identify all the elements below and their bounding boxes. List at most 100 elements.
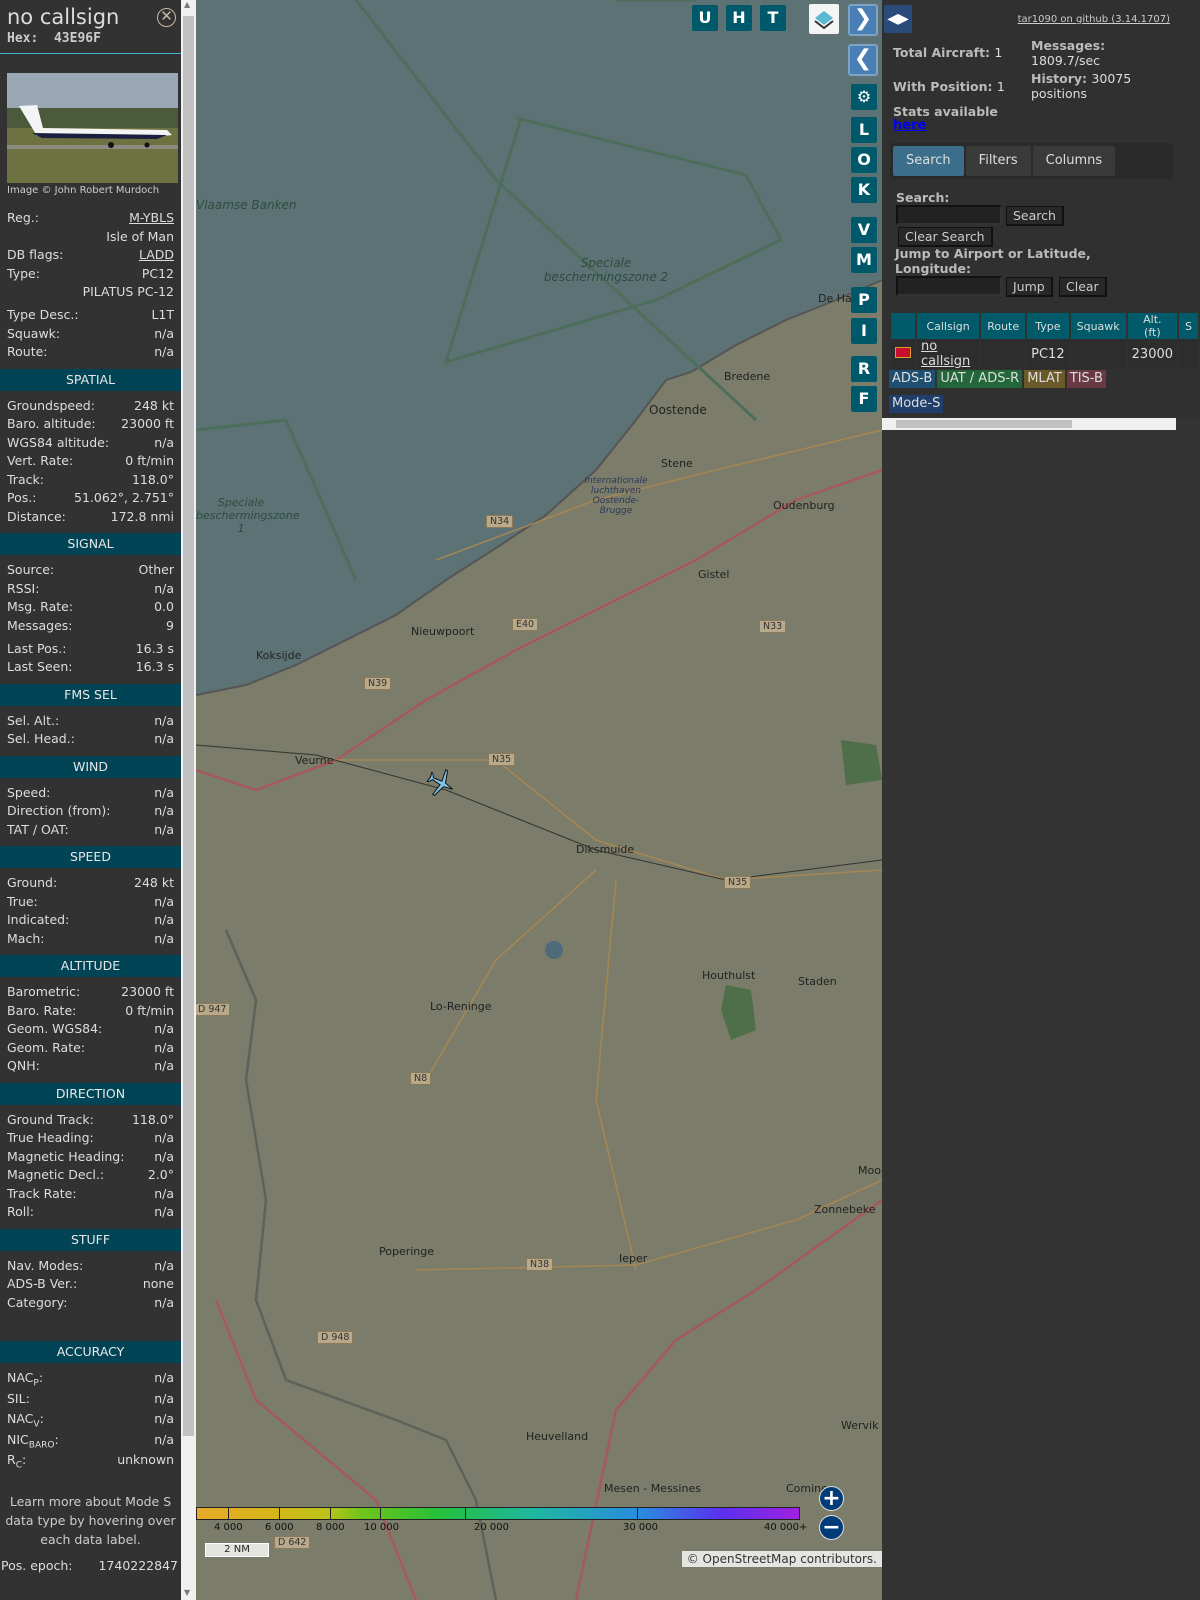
expand-right-button[interactable]: ❯	[848, 4, 878, 36]
aircraft-marker-icon[interactable]	[424, 768, 458, 798]
button-m[interactable]: M	[851, 247, 877, 273]
map-label: Bredene	[724, 370, 771, 383]
detail-row: True Heading: n/a	[0, 1129, 181, 1148]
scale-label: 6 000	[265, 1522, 294, 1533]
table-horizontal-scrollbar[interactable]	[882, 418, 1176, 430]
callsign-cell[interactable]: no callsign	[917, 339, 980, 369]
row-label: TAT / OAT:	[7, 821, 69, 837]
source-mlat: MLAT	[1024, 370, 1065, 388]
map-label: Oostende	[649, 403, 707, 417]
button-i[interactable]: I	[851, 318, 877, 344]
detail-row: ADS-B Ver.: none	[0, 1275, 181, 1294]
button-k[interactable]: K	[851, 177, 877, 203]
scale-label: 8 000	[316, 1522, 345, 1533]
collapse-left-button[interactable]: ❮	[848, 44, 878, 76]
row-value: n/a	[154, 434, 174, 450]
detail-row: Geom. Rate: n/a	[0, 1039, 181, 1058]
row-label: Type Desc.:	[7, 307, 79, 322]
column-header[interactable]	[891, 313, 915, 339]
stats-link[interactable]: here	[893, 118, 926, 133]
row-label: Baro. altitude:	[7, 416, 96, 431]
toggle-sidebar-icon[interactable]: ◀▶	[884, 5, 912, 33]
row-value: n/a	[154, 803, 174, 818]
row-value: n/a	[154, 930, 174, 946]
column-header[interactable]: Route	[981, 313, 1026, 339]
column-header[interactable]: Squawk	[1070, 313, 1126, 339]
tab-search[interactable]: Search	[893, 146, 964, 176]
row-label: RC:	[7, 1452, 27, 1471]
row-value[interactable]: M-YBLS	[129, 209, 174, 228]
row-value: 23000 ft	[121, 416, 174, 431]
detail-row: True: n/a	[0, 893, 181, 912]
aircraft-photo[interactable]	[7, 73, 178, 183]
row-label: Distance:	[7, 508, 66, 524]
history: History: 30075 positions	[1031, 71, 1132, 101]
jump-button[interactable]: Jump	[1006, 277, 1053, 297]
jump-label: Jump to Airport or Latitude, Longitude:	[895, 246, 1091, 276]
close-icon[interactable]: ✕	[157, 8, 176, 27]
scale-label: 40 000+	[764, 1522, 808, 1533]
row-label: RSSI:	[7, 580, 40, 596]
row-value: 118.0°	[131, 471, 174, 487]
settings-gear-icon[interactable]: ⚙	[851, 84, 877, 110]
button-r[interactable]: R	[851, 356, 877, 382]
detail-row: Sel. Alt.: n/a	[0, 712, 181, 731]
column-header[interactable]: S	[1179, 313, 1198, 339]
jump-input[interactable]	[896, 276, 1002, 296]
row-label: Baro. Rate:	[7, 1002, 77, 1018]
detail-row: Type: PC12	[0, 265, 181, 284]
row-label: Last Pos.:	[7, 640, 67, 656]
osm-link[interactable]: OpenStreetMap	[703, 1552, 797, 1566]
row-label: DB flags:	[7, 247, 64, 262]
clear-button[interactable]: Clear	[1059, 277, 1107, 297]
button-l[interactable]: L	[851, 117, 877, 143]
zoom-in-button[interactable]: +	[819, 1486, 844, 1511]
row-value[interactable]: LADD	[139, 246, 174, 265]
aircraft-hex: Hex: 43E96F	[7, 31, 101, 46]
button-h[interactable]: H	[726, 5, 752, 31]
left-panel-scrollbar[interactable]: ▲ ▼	[181, 0, 196, 1600]
github-link[interactable]: tar1090 on github (3.14.1707)	[1018, 14, 1170, 25]
search-input[interactable]	[896, 205, 1002, 225]
column-header[interactable]: Type	[1027, 313, 1069, 339]
row-label: True:	[7, 893, 38, 909]
column-header[interactable]: Alt. (ft)	[1127, 313, 1178, 339]
map-background	[196, 0, 882, 1600]
detail-row: Geom. WGS84: n/a	[0, 1020, 181, 1039]
button-f[interactable]: F	[851, 386, 877, 412]
clear-search-button[interactable]: Clear Search	[898, 227, 993, 247]
pos-epoch-row: Pos. epoch: 1740222847	[0, 1557, 181, 1576]
section-header: SIGNAL	[0, 533, 181, 555]
detail-row: Baro. altitude: 23000 ft	[0, 415, 181, 434]
detail-row: Magnetic Decl.: 2.0°	[0, 1166, 181, 1185]
table-row[interactable]: no callsign PC12 23000	[891, 339, 1198, 369]
row-label: Last Seen:	[7, 659, 73, 674]
button-o[interactable]: O	[851, 147, 877, 173]
detail-row: PILATUS PC-12	[0, 283, 181, 302]
zoom-out-button[interactable]: −	[819, 1515, 844, 1540]
map[interactable]: Vlaamse Banken Speciale beschermingszone…	[196, 0, 882, 1600]
layers-icon[interactable]	[809, 4, 839, 34]
detail-row: Indicated: n/a	[0, 911, 181, 930]
messages-rate: Messages: 1809.7/sec	[1031, 38, 1106, 68]
detail-row: Pos.: 51.062°, 2.751°	[0, 489, 181, 508]
road-label: D 948	[317, 1331, 354, 1344]
scale-line: 2 NM	[205, 1543, 269, 1557]
tab-filters[interactable]: Filters	[965, 146, 1031, 176]
flag-icon	[891, 339, 915, 369]
section-header: ALTITUDE	[0, 955, 181, 977]
map-label: Ieper	[619, 1252, 648, 1265]
column-header[interactable]: Callsign	[917, 313, 980, 339]
button-p[interactable]: P	[851, 287, 877, 313]
row-label: Sel. Alt.:	[7, 712, 60, 728]
detail-row: Msg. Rate: 0.0	[0, 598, 181, 617]
button-t[interactable]: T	[760, 5, 786, 31]
map-label: Internationale luchthaven Oostende-Brugg…	[584, 476, 648, 516]
map-label: Houthulst	[702, 969, 756, 982]
button-u[interactable]: U	[692, 5, 718, 31]
row-label: Magnetic Heading:	[7, 1148, 125, 1164]
search-button[interactable]: Search	[1006, 206, 1064, 226]
row-value: 51.062°, 2.751°	[74, 490, 174, 505]
button-v[interactable]: V	[851, 217, 877, 243]
tab-columns[interactable]: Columns	[1032, 146, 1116, 176]
